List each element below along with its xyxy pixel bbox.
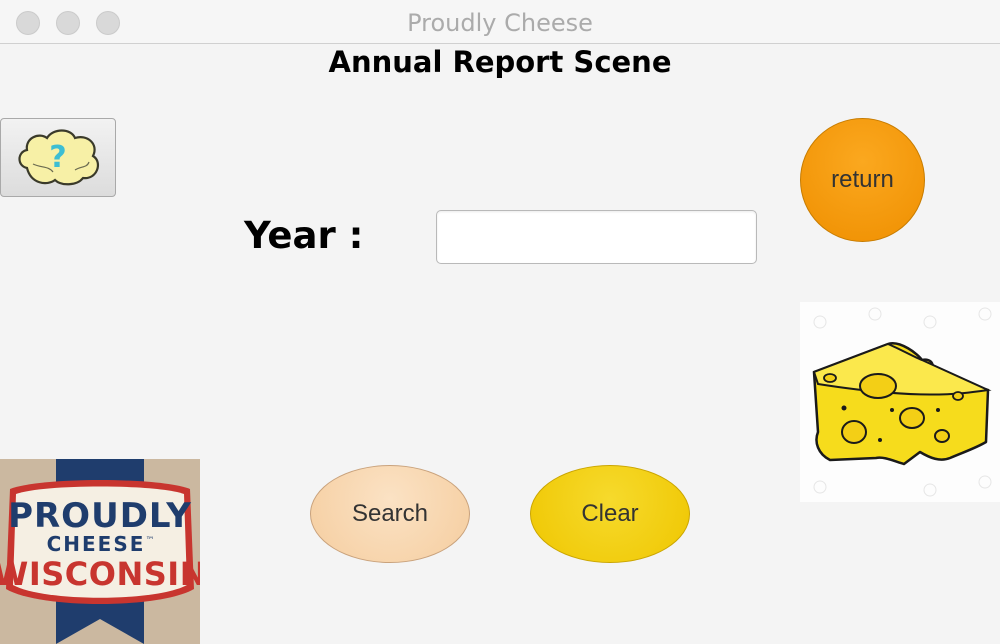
window-title: Proudly Cheese (407, 9, 593, 37)
svg-text:PROUDLY: PROUDLY (8, 496, 192, 536)
svg-text:WISCONSIN: WISCONSIN (0, 555, 200, 593)
title-bar: Proudly Cheese (0, 0, 1000, 44)
scene-title: Annual Report Scene (328, 45, 672, 79)
search-button[interactable]: Search (310, 465, 470, 563)
cheese-icon (812, 307, 992, 497)
svg-text:™: ™ (146, 536, 155, 546)
year-label: Year : (244, 214, 364, 257)
proudly-cheese-wisconsin-logo: PROUDLY CHEESE ™ WISCONSIN (0, 459, 200, 644)
logo-badge-icon: PROUDLY CHEESE ™ WISCONSIN (0, 459, 200, 644)
cheese-image (800, 302, 1000, 502)
svg-text:CHEESE: CHEESE (47, 532, 146, 556)
clear-button[interactable]: Clear (530, 465, 690, 563)
help-button[interactable]: ? (0, 118, 116, 197)
help-cloud-icon: ? (18, 129, 100, 186)
year-input[interactable] (436, 210, 757, 264)
svg-text:?: ? (49, 140, 66, 175)
return-button[interactable]: return (800, 118, 925, 242)
